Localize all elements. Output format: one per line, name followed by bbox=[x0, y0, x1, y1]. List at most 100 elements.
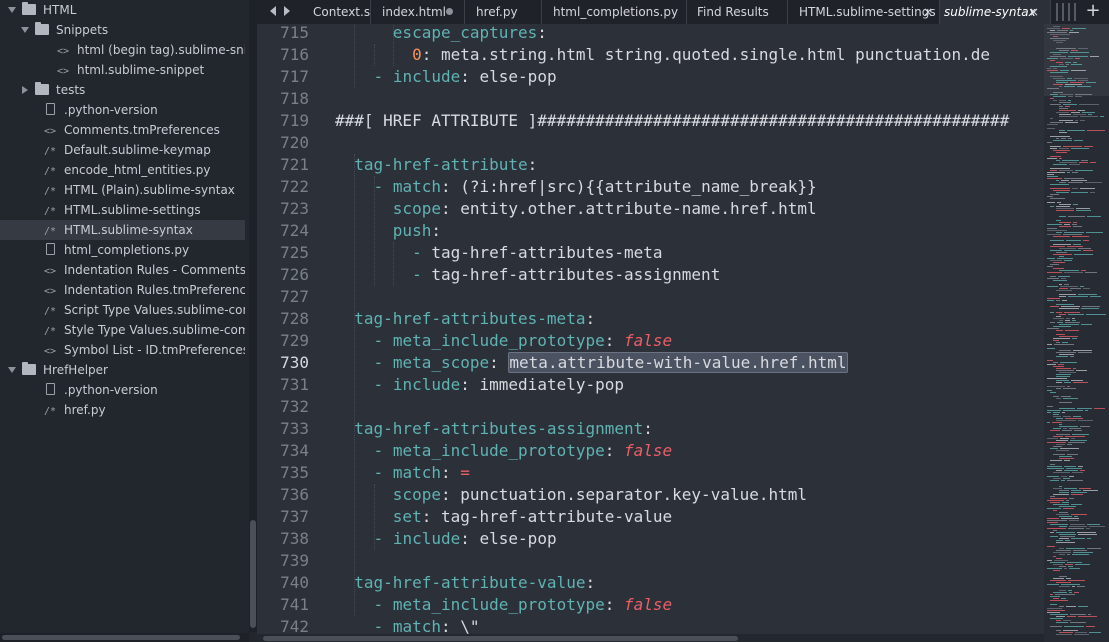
code-line[interactable]: - meta_include_prototype: false bbox=[335, 594, 673, 616]
code-line[interactable]: scope: punctuation.separator.key-value.h… bbox=[335, 484, 807, 506]
tab[interactable]: index.html bbox=[371, 0, 465, 24]
code-line[interactable]: tag-href-attributes-meta: bbox=[335, 308, 595, 330]
minimap-line bbox=[1056, 300, 1060, 301]
editor-horizontal-scrollbar[interactable] bbox=[257, 634, 1047, 642]
code-editor[interactable]: escape_captures: 0: meta.string.html str… bbox=[329, 24, 1044, 634]
sidebar-folder[interactable]: HTML bbox=[0, 0, 245, 20]
code-token: - bbox=[373, 353, 384, 372]
comment-icon: /* bbox=[43, 206, 57, 217]
minimap-line bbox=[1068, 566, 1073, 567]
minimap-line bbox=[1059, 534, 1076, 535]
minimap-line bbox=[1065, 436, 1085, 437]
code-line[interactable]: tag-href-attributes-assignment: bbox=[335, 418, 653, 440]
code-line[interactable]: escape_captures: bbox=[335, 24, 547, 44]
code-line[interactable]: 0: meta.string.html string.quoted.single… bbox=[335, 44, 990, 66]
minimap-line bbox=[1056, 630, 1061, 631]
code-line[interactable]: - tag-href-attributes-meta bbox=[335, 242, 662, 264]
minimap-line bbox=[1053, 592, 1067, 593]
sidebar-file[interactable]: <> Comments.tmPreferences bbox=[0, 120, 245, 140]
code-line[interactable]: - meta_include_prototype: false bbox=[335, 440, 673, 462]
sidebar-file[interactable]: /* Style Type Values.sublime-completio bbox=[0, 320, 245, 340]
code-line[interactable]: tag-href-attribute-value: bbox=[335, 572, 595, 594]
sidebar-file[interactable]: <> Symbol List - ID.tmPreferences bbox=[0, 340, 245, 360]
tab-scroll-left-icon[interactable] bbox=[270, 6, 276, 16]
minimap-line bbox=[1047, 468, 1064, 469]
code-line[interactable]: set: tag-href-attribute-value bbox=[335, 506, 672, 528]
sidebar-file[interactable]: <> Indentation Rules - Comments.tmPr bbox=[0, 260, 245, 280]
tab[interactable]: html_completions.py bbox=[542, 0, 687, 24]
code-line[interactable]: push: bbox=[335, 220, 441, 242]
minimap-line bbox=[1056, 252, 1067, 253]
tab[interactable]: HTML.sublime-settings × bbox=[788, 0, 940, 24]
unsaved-dot-icon[interactable] bbox=[446, 8, 453, 15]
tab-scroll-right-icon[interactable] bbox=[284, 6, 290, 16]
sidebar-folder[interactable]: tests bbox=[0, 80, 245, 100]
minimap-line bbox=[1085, 272, 1097, 273]
sidebar-horizontal-scroll-thumb[interactable] bbox=[2, 635, 240, 640]
code-line[interactable]: - meta_include_prototype: false bbox=[335, 330, 673, 352]
minimap-line bbox=[1076, 210, 1091, 211]
minimap-line bbox=[1056, 48, 1076, 49]
code-line[interactable]: - match: = bbox=[335, 462, 470, 484]
disclosure-open-icon[interactable] bbox=[21, 27, 29, 33]
minimap-line bbox=[1059, 114, 1071, 115]
minimap-line bbox=[1071, 492, 1087, 493]
sidebar-file[interactable]: /* HTML.sublime-settings bbox=[0, 200, 245, 220]
disclosure-open-icon[interactable] bbox=[8, 7, 16, 13]
sidebar-file[interactable]: .python-version bbox=[0, 100, 245, 120]
tab[interactable]: Context.sub bbox=[303, 0, 371, 24]
code-line[interactable]: - include: else-pop bbox=[335, 528, 557, 550]
sidebar-vertical-scroll-thumb[interactable] bbox=[250, 520, 256, 628]
code-line[interactable]: - match: (?i:href|src){{attribute_name_b… bbox=[335, 176, 817, 198]
minimap[interactable] bbox=[1044, 24, 1109, 642]
code-line[interactable]: scope: entity.other.attribute-name.href.… bbox=[335, 198, 817, 220]
minimap-line bbox=[1053, 396, 1059, 397]
code-token: : tag-href-attribute-value bbox=[421, 507, 673, 526]
minimap-line bbox=[1078, 352, 1092, 353]
sidebar-folder[interactable]: HrefHelper bbox=[0, 360, 245, 380]
code-token: : (?i:href|src){{attribute_name_break}} bbox=[440, 177, 817, 196]
minimap-line bbox=[1060, 94, 1073, 95]
tab-overflow-menu-icon[interactable] bbox=[1054, 3, 1076, 21]
minimap-line bbox=[1058, 364, 1064, 365]
minimap-line bbox=[1055, 594, 1075, 595]
close-tab-icon[interactable]: × bbox=[923, 0, 933, 24]
new-tab-button[interactable]: + bbox=[1083, 0, 1103, 24]
sidebar-folder[interactable]: Snippets bbox=[0, 20, 245, 40]
tab[interactable]: href.py bbox=[465, 0, 542, 24]
sidebar-file[interactable]: html_completions.py bbox=[0, 240, 245, 260]
sidebar-file[interactable]: /* HTML.sublime-syntax bbox=[0, 220, 245, 240]
line-number-gutter[interactable]: 715 716 717 718 719 720 721 722 723 724 725 726 727 7… bbox=[257, 24, 329, 634]
sidebar-file[interactable]: /* Script Type Values.sublime-complet bbox=[0, 300, 245, 320]
tab[interactable]: Find Results bbox=[687, 0, 788, 24]
sidebar-file[interactable]: <> html (begin tag).sublime-snippet bbox=[0, 40, 245, 60]
code-line[interactable]: - include: else-pop bbox=[335, 66, 557, 88]
code-line[interactable]: ###[ HREF ATTRIBUTE ]###################… bbox=[335, 110, 1009, 132]
minimap-line bbox=[1050, 480, 1059, 481]
sidebar-vertical-scrollbar[interactable] bbox=[249, 0, 257, 632]
sidebar-file[interactable]: /* Default.sublime-keymap bbox=[0, 140, 245, 160]
sidebar-file[interactable]: /* HTML (Plain).sublime-syntax bbox=[0, 180, 245, 200]
sidebar-file[interactable]: <> Indentation Rules.tmPreferences bbox=[0, 280, 245, 300]
sidebar-horizontal-scrollbar[interactable] bbox=[0, 633, 249, 642]
tab[interactable]: sublime-syntax × bbox=[940, 0, 1051, 24]
code-line[interactable]: - meta_scope: meta.attribute-with-value.… bbox=[335, 352, 848, 374]
sidebar-file[interactable]: /* encode_html_entities.py bbox=[0, 160, 245, 180]
sidebar-file[interactable]: <> html.sublime-snippet bbox=[0, 60, 245, 80]
minimap-line bbox=[1064, 86, 1075, 87]
minimap-line bbox=[1050, 460, 1062, 461]
sidebar-file[interactable]: /* href.py bbox=[0, 400, 245, 420]
code-line[interactable]: - include: immediately-pop bbox=[335, 374, 624, 396]
minimap-line bbox=[1050, 246, 1065, 247]
editor-horizontal-scroll-thumb[interactable] bbox=[263, 636, 738, 641]
minimap-line bbox=[1072, 554, 1089, 555]
disclosure-closed-icon[interactable] bbox=[22, 86, 28, 94]
code-line[interactable]: tag-href-attribute: bbox=[335, 154, 537, 176]
code-line[interactable]: - match: \" bbox=[335, 616, 480, 634]
close-tab-icon[interactable]: × bbox=[1029, 0, 1039, 24]
sidebar-file[interactable]: .python-version bbox=[0, 380, 245, 400]
code-line[interactable]: - tag-href-attributes-assignment bbox=[335, 264, 720, 286]
code-token: tag-href-attribute-value bbox=[354, 573, 586, 592]
disclosure-open-icon[interactable] bbox=[8, 367, 16, 373]
minimap-line bbox=[1061, 138, 1066, 139]
